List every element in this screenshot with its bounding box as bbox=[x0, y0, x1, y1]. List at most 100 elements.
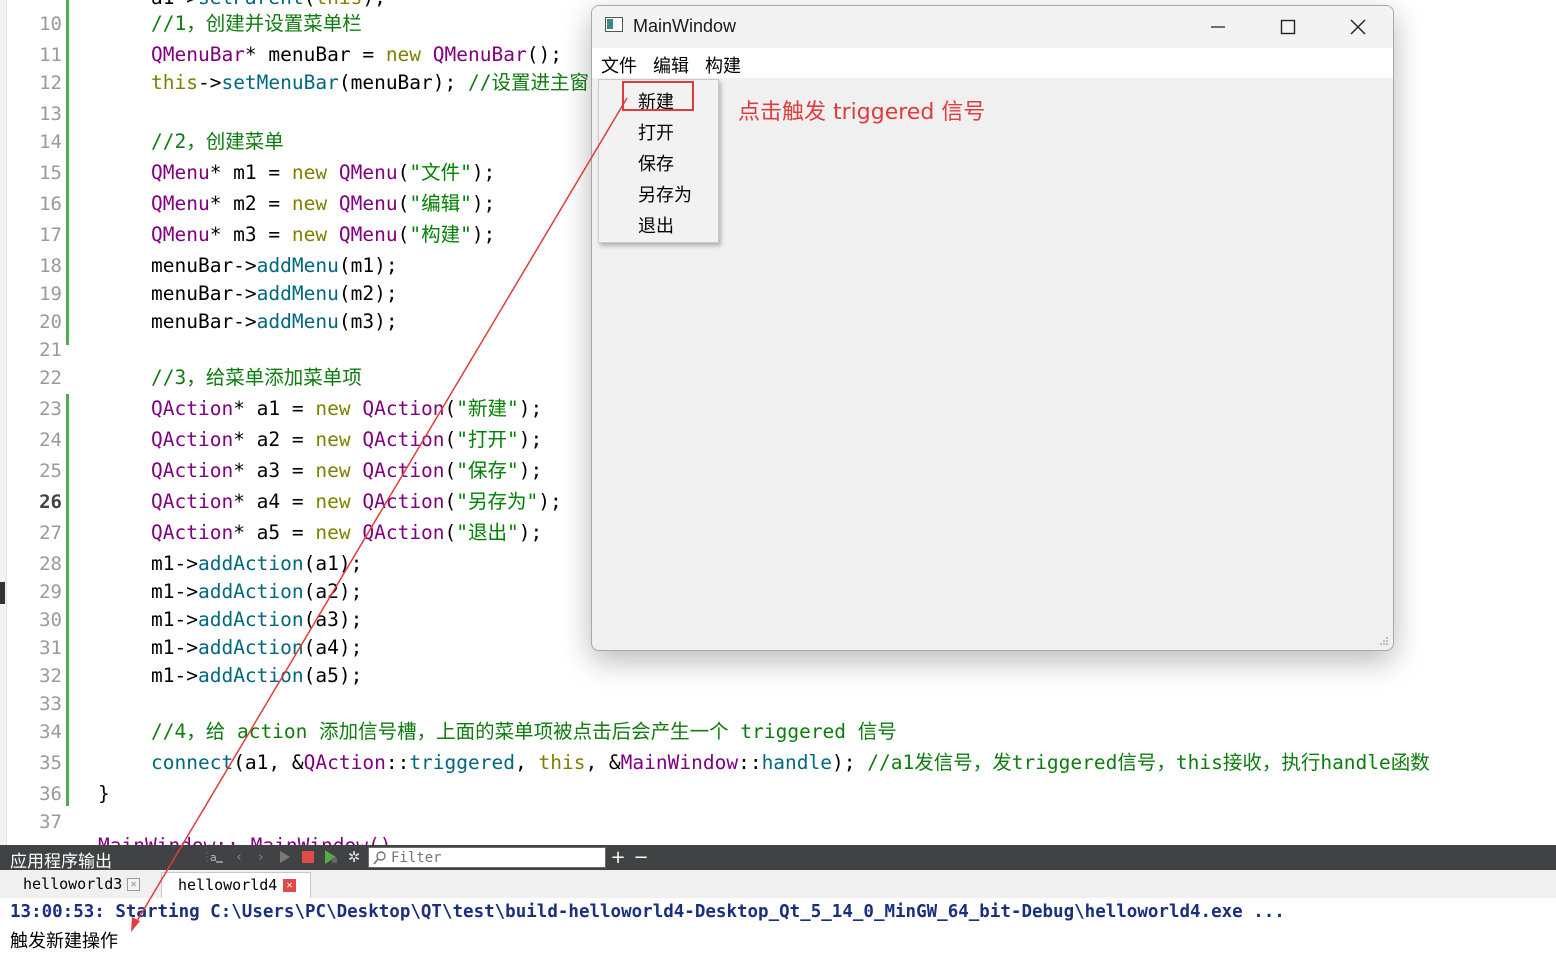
code-token: menuBar-> bbox=[151, 310, 257, 333]
code-token: //4，给 action 添加信号槽，上面的菜单项被点击后会产生一个 trigg… bbox=[151, 720, 897, 743]
code-text: //2，创建菜单 bbox=[151, 128, 284, 156]
code-token: "编辑" bbox=[409, 192, 472, 215]
code-text: m1->addAction(a5); bbox=[151, 662, 362, 690]
code-token: "打开" bbox=[456, 428, 519, 451]
zoom-in-icon[interactable]: + bbox=[609, 847, 627, 868]
code-token: QMenuBar bbox=[151, 43, 245, 66]
stop-icon[interactable] bbox=[299, 848, 317, 866]
code-token: m1-> bbox=[151, 608, 198, 631]
code-token: * menuBar = bbox=[244, 43, 386, 66]
code-token: new bbox=[315, 459, 351, 482]
code-token: * m2 = bbox=[209, 192, 292, 215]
output-console[interactable]: 13:00:53: Starting C:\Users\PC\Desktop\Q… bbox=[0, 898, 1556, 968]
highlight-box bbox=[622, 81, 694, 111]
line-number: 25 bbox=[39, 460, 62, 482]
code-token: * m3 = bbox=[209, 223, 292, 246]
code-token: QMenu bbox=[151, 161, 210, 184]
code-line: 35 connect(a1, &QAction::triggered, this,… bbox=[0, 749, 1556, 777]
code-token: QAction bbox=[362, 459, 445, 482]
code-line: 36} bbox=[0, 780, 1556, 808]
code-line: 34 //4，给 action 添加信号槽，上面的菜单项被点击后会产生一个 tri… bbox=[0, 718, 1556, 746]
code-token: QAction bbox=[151, 490, 234, 513]
code-token: ( bbox=[397, 223, 410, 246]
close-icon[interactable]: ✕ bbox=[127, 878, 140, 891]
line-number: 32 bbox=[39, 665, 62, 687]
code-text: QAction* a1 = new QAction("新建"); bbox=[151, 395, 542, 423]
code-token: addAction bbox=[197, 552, 304, 575]
line-number: 24 bbox=[39, 429, 62, 451]
minimize-button[interactable] bbox=[1183, 6, 1253, 48]
tab-label: helloworld3 bbox=[23, 875, 123, 893]
prev-icon[interactable]: ‹ bbox=[230, 848, 248, 866]
code-text: m1->addAction(a3); bbox=[151, 606, 362, 634]
code-token: ( bbox=[397, 192, 410, 215]
line-number: 27 bbox=[39, 522, 62, 544]
zoom-out-icon[interactable]: − bbox=[632, 847, 650, 868]
close-button[interactable] bbox=[1323, 6, 1393, 48]
next-icon[interactable]: › bbox=[252, 848, 270, 866]
main-window[interactable]: MainWindow 文件 编辑 构建 新建 打开 保存 另存为 退出 bbox=[591, 5, 1394, 651]
code-token: ( bbox=[444, 459, 457, 482]
line-number: 12 bbox=[39, 72, 62, 94]
menu-edit[interactable]: 编辑 bbox=[653, 52, 689, 78]
window-titlebar[interactable]: MainWindow bbox=[592, 6, 1393, 48]
line-number: 16 bbox=[39, 193, 62, 215]
code-token: m1-> bbox=[151, 664, 198, 687]
run-icon[interactable] bbox=[276, 848, 294, 866]
code-token: QAction bbox=[151, 428, 234, 451]
menu-item-exit[interactable]: 退出 bbox=[638, 212, 674, 238]
code-text: QAction* a5 = new QAction("退出"); bbox=[151, 519, 542, 547]
code-token: addAction bbox=[197, 664, 304, 687]
line-number: 30 bbox=[39, 609, 62, 631]
code-token: } bbox=[98, 782, 110, 805]
maximize-button[interactable] bbox=[1253, 6, 1323, 48]
code-token: m1-> bbox=[151, 580, 198, 603]
code-token: ); bbox=[518, 459, 543, 482]
code-token: //1，创建并设置菜单栏 bbox=[151, 12, 362, 35]
window-title: MainWindow bbox=[633, 16, 737, 36]
code-token: this bbox=[538, 751, 586, 774]
code-token: addAction bbox=[197, 636, 304, 659]
code-token: QAction bbox=[303, 751, 386, 774]
resize-grip-icon[interactable] bbox=[1379, 636, 1389, 646]
code-text: m1->addAction(a2); bbox=[151, 578, 362, 606]
code-token: "文件" bbox=[409, 161, 472, 184]
menu-item-open[interactable]: 打开 bbox=[638, 119, 674, 145]
code-token: ( bbox=[444, 428, 457, 451]
line-number: 35 bbox=[39, 752, 62, 774]
close-icon[interactable]: ✕ bbox=[283, 879, 296, 892]
code-token: //a1发信号，发triggered信号，this接收，执行handle函数 bbox=[867, 751, 1430, 774]
code-token: new bbox=[315, 428, 351, 451]
code-token: "保存" bbox=[456, 459, 519, 482]
menu-build[interactable]: 构建 bbox=[705, 52, 741, 78]
line-number: 13 bbox=[39, 103, 62, 125]
debug-run-icon[interactable] bbox=[322, 848, 340, 866]
settings-gear-icon[interactable]: ✲ bbox=[345, 848, 363, 866]
menu-file[interactable]: 文件 bbox=[601, 52, 637, 78]
tab-helloworld3[interactable]: helloworld3 ✕ bbox=[7, 872, 149, 898]
code-token: new bbox=[315, 490, 351, 513]
menu-item-save-as[interactable]: 另存为 bbox=[638, 181, 692, 207]
tab-helloworld4[interactable]: helloworld4 ✕ bbox=[161, 872, 311, 898]
line-number: 26 bbox=[39, 491, 62, 513]
filter-input[interactable] bbox=[391, 848, 601, 867]
code-token: * m1 = bbox=[209, 161, 292, 184]
output-line-start: 13:00:53: Starting C:\Users\PC\Desktop\Q… bbox=[10, 902, 1285, 922]
menu-item-save[interactable]: 保存 bbox=[638, 150, 674, 176]
code-token: menuBar-> bbox=[151, 254, 257, 277]
code-token: ); bbox=[518, 397, 543, 420]
code-text: menuBar->addMenu(m2); bbox=[151, 280, 398, 308]
code-token: new bbox=[385, 43, 422, 66]
clear-output-icon[interactable]: a bbox=[208, 848, 226, 866]
code-token: MainWindow bbox=[620, 751, 739, 774]
code-token: menuBar-> bbox=[151, 282, 257, 305]
code-token: (a2); bbox=[303, 580, 363, 603]
filter-input-box[interactable] bbox=[368, 847, 606, 868]
code-token: "新建" bbox=[456, 397, 519, 420]
code-token: * a3 = bbox=[233, 459, 316, 482]
code-token: ); bbox=[471, 223, 496, 246]
code-token: triggered bbox=[409, 751, 515, 774]
